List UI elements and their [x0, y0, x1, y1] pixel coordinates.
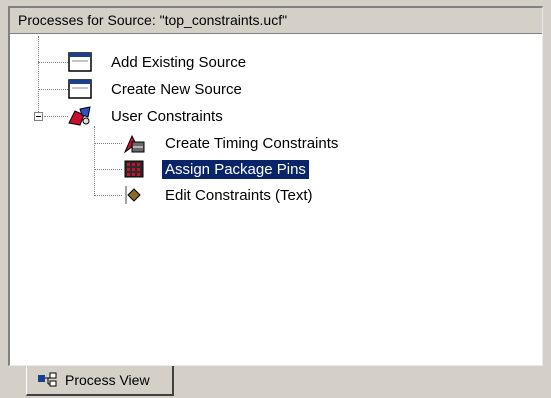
tree-item-label: Assign Package Pins	[162, 159, 309, 179]
edit-constraints-icon	[120, 184, 148, 206]
tree-connector	[94, 195, 122, 196]
tree-item-edit-constraints-text[interactable]: Edit Constraints (Text)	[120, 184, 316, 206]
tree-connector	[38, 62, 68, 63]
panel-header: Processes for Source: "top_constraints.u…	[10, 8, 542, 34]
tree-connector	[38, 89, 68, 90]
tree-item-add-existing-source[interactable]: Add Existing Source	[66, 51, 249, 73]
tree-item-user-constraints[interactable]: User Constraints	[66, 105, 226, 127]
process-view-icon	[37, 372, 59, 388]
tree-connector	[38, 36, 39, 116]
collapse-toggle[interactable]	[34, 112, 43, 121]
tab-label: Process View	[65, 372, 150, 388]
tree-item-label: Add Existing Source	[111, 53, 247, 71]
tree-connector	[94, 143, 122, 144]
processes-panel: Processes for Source: "top_constraints.u…	[8, 6, 543, 366]
minus-icon	[36, 116, 41, 117]
tree-item-label: Create Timing Constraints	[165, 134, 339, 152]
constraints-icon	[66, 105, 94, 127]
package-pins-icon	[120, 158, 148, 180]
tree-item-create-timing-constraints[interactable]: Create Timing Constraints	[120, 132, 341, 154]
tree-item-label: Edit Constraints (Text)	[165, 186, 313, 204]
process-tree: Add Existing Source Create New Source Us…	[10, 34, 542, 365]
window-icon	[66, 51, 94, 73]
tab-process-view[interactable]: Process View	[26, 366, 174, 396]
tree-connector	[94, 126, 95, 196]
tree-item-assign-package-pins[interactable]: Assign Package Pins	[120, 158, 309, 180]
tree-item-label: Create New Source	[111, 80, 242, 98]
tree-item-label: User Constraints	[111, 107, 223, 125]
timing-icon	[120, 132, 148, 154]
tree-item-create-new-source[interactable]: Create New Source	[66, 78, 245, 100]
tree-connector	[44, 116, 68, 117]
tree-connector	[94, 169, 122, 170]
view-tab-bar: Process View	[8, 366, 543, 398]
window-icon	[66, 78, 94, 100]
